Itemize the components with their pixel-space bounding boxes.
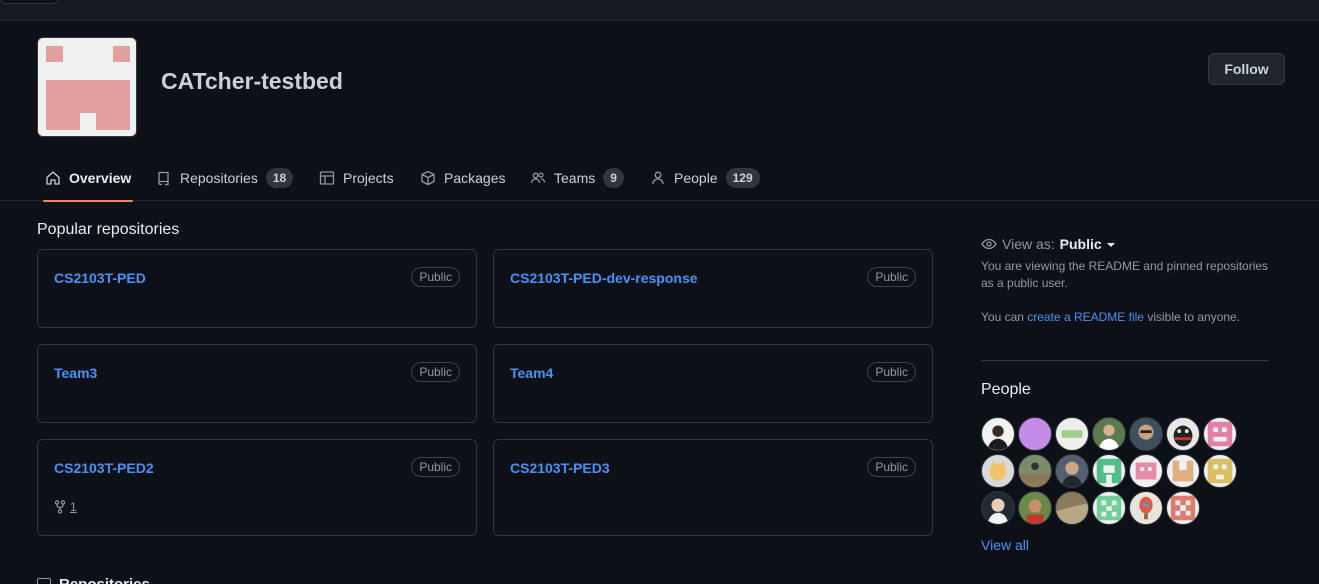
repo-link[interactable]: Team3 (54, 365, 97, 381)
member-avatar[interactable] (981, 491, 1015, 525)
readme-suffix: visible to anyone. (1143, 310, 1241, 324)
visibility-badge: Public (411, 362, 460, 382)
tab-projects[interactable]: Projects (319, 155, 394, 201)
org-name: CATcher-testbed (161, 68, 343, 94)
tab-label: Teams (554, 170, 596, 186)
top-header-bar (0, 0, 1319, 21)
repo-card: Team3 Public (37, 344, 477, 423)
repo-link[interactable]: CS2103T-PED2 (54, 460, 154, 476)
member-avatar[interactable] (1092, 454, 1126, 488)
sidebar-divider (981, 360, 1269, 361)
repo-card: CS2103T-PED2 Public 1 (37, 439, 477, 536)
repo-link[interactable]: Team4 (510, 365, 553, 381)
member-avatar[interactable] (1129, 454, 1163, 488)
follow-button[interactable]: Follow (1208, 53, 1285, 85)
repositories-count: 18 (265, 168, 294, 188)
member-avatar[interactable] (1018, 491, 1052, 525)
visibility-badge: Public (867, 362, 916, 382)
org-avatar (37, 37, 137, 137)
member-avatar[interactable] (1018, 417, 1052, 451)
people-avatars (981, 417, 1241, 525)
teams-count: 9 (603, 168, 624, 188)
member-avatar[interactable] (1203, 417, 1237, 451)
repo-card: CS2103T-PED3 Public (493, 439, 933, 536)
repo-card: Team4 Public (493, 344, 933, 423)
member-avatar[interactable] (1166, 417, 1200, 451)
sidebar: View as: Public You are viewing the READ… (981, 236, 1269, 326)
readme-prefix: You can (981, 310, 1028, 324)
org-nav-tabs: Overview Repositories 18 Projects Packag… (0, 155, 1319, 202)
tab-label: Repositories (180, 170, 258, 186)
tab-repositories[interactable]: Repositories 18 (156, 155, 294, 201)
member-avatar[interactable] (1203, 454, 1237, 488)
tab-label: People (674, 170, 718, 186)
view-all-people-link[interactable]: View all (981, 537, 1029, 553)
member-avatar[interactable] (1055, 417, 1089, 451)
person-icon (652, 171, 664, 185)
member-avatar[interactable] (1092, 417, 1126, 451)
repositories-heading: Repositories (59, 576, 150, 584)
member-avatar[interactable] (1092, 491, 1126, 525)
member-avatar[interactable] (981, 454, 1015, 488)
org-identicon (38, 38, 136, 136)
member-avatar[interactable] (1055, 454, 1089, 488)
chevron-down-icon (1106, 243, 1115, 247)
popular-repositories-heading: Popular repositories (37, 221, 180, 238)
people-count: 129 (725, 168, 760, 188)
tab-label: Overview (69, 170, 132, 186)
repo-icon (158, 171, 169, 186)
fork-count-link[interactable]: 1 (54, 500, 77, 514)
repo-link[interactable]: CS2103T-PED3 (510, 460, 610, 476)
home-icon (46, 171, 60, 185)
table-icon (319, 171, 335, 185)
tab-overview[interactable]: Overview (42, 155, 134, 202)
member-avatar[interactable] (981, 417, 1015, 451)
readme-hint: You can create a README file visible to … (981, 309, 1269, 326)
view-as-value: Public (1059, 236, 1102, 252)
tab-label: Projects (343, 170, 394, 186)
people-heading: People (981, 381, 1031, 398)
fork-icon (54, 500, 66, 514)
visibility-badge: Public (411, 267, 460, 287)
repositories-section-heading: Repositories (37, 576, 150, 584)
tab-label: Packages (444, 170, 506, 186)
fork-count: 1 (70, 500, 77, 514)
member-avatar[interactable] (1129, 491, 1163, 525)
people-icon (530, 172, 546, 184)
visibility-badge: Public (867, 457, 916, 477)
member-avatar[interactable] (1166, 491, 1200, 525)
repo-icon (37, 577, 51, 584)
viewing-description: You are viewing the README and pinned re… (981, 259, 1269, 290)
member-avatar[interactable] (1018, 454, 1052, 488)
repo-card: CS2103T-PED-dev-response Public (493, 249, 933, 328)
tab-packages[interactable]: Packages (420, 155, 505, 201)
package-icon (421, 170, 435, 186)
repo-link[interactable]: CS2103T-PED-dev-response (510, 270, 698, 286)
visibility-badge: Public (867, 267, 916, 287)
tab-teams[interactable]: Teams 9 (530, 155, 624, 201)
member-avatar[interactable] (1055, 491, 1089, 525)
view-as-label: View as: (1002, 236, 1055, 252)
header-menu-stub[interactable] (0, 0, 58, 4)
eye-icon (981, 238, 997, 250)
member-avatar[interactable] (1166, 454, 1200, 488)
tab-people[interactable]: People 129 (650, 155, 760, 201)
member-avatar[interactable] (1129, 417, 1163, 451)
repo-link[interactable]: CS2103T-PED (54, 270, 146, 286)
view-as-selector[interactable]: View as: Public (981, 236, 1269, 252)
repo-card: CS2103T-PED Public (37, 249, 477, 328)
visibility-badge: Public (411, 457, 460, 477)
create-readme-link[interactable]: create a README file (1027, 310, 1144, 324)
